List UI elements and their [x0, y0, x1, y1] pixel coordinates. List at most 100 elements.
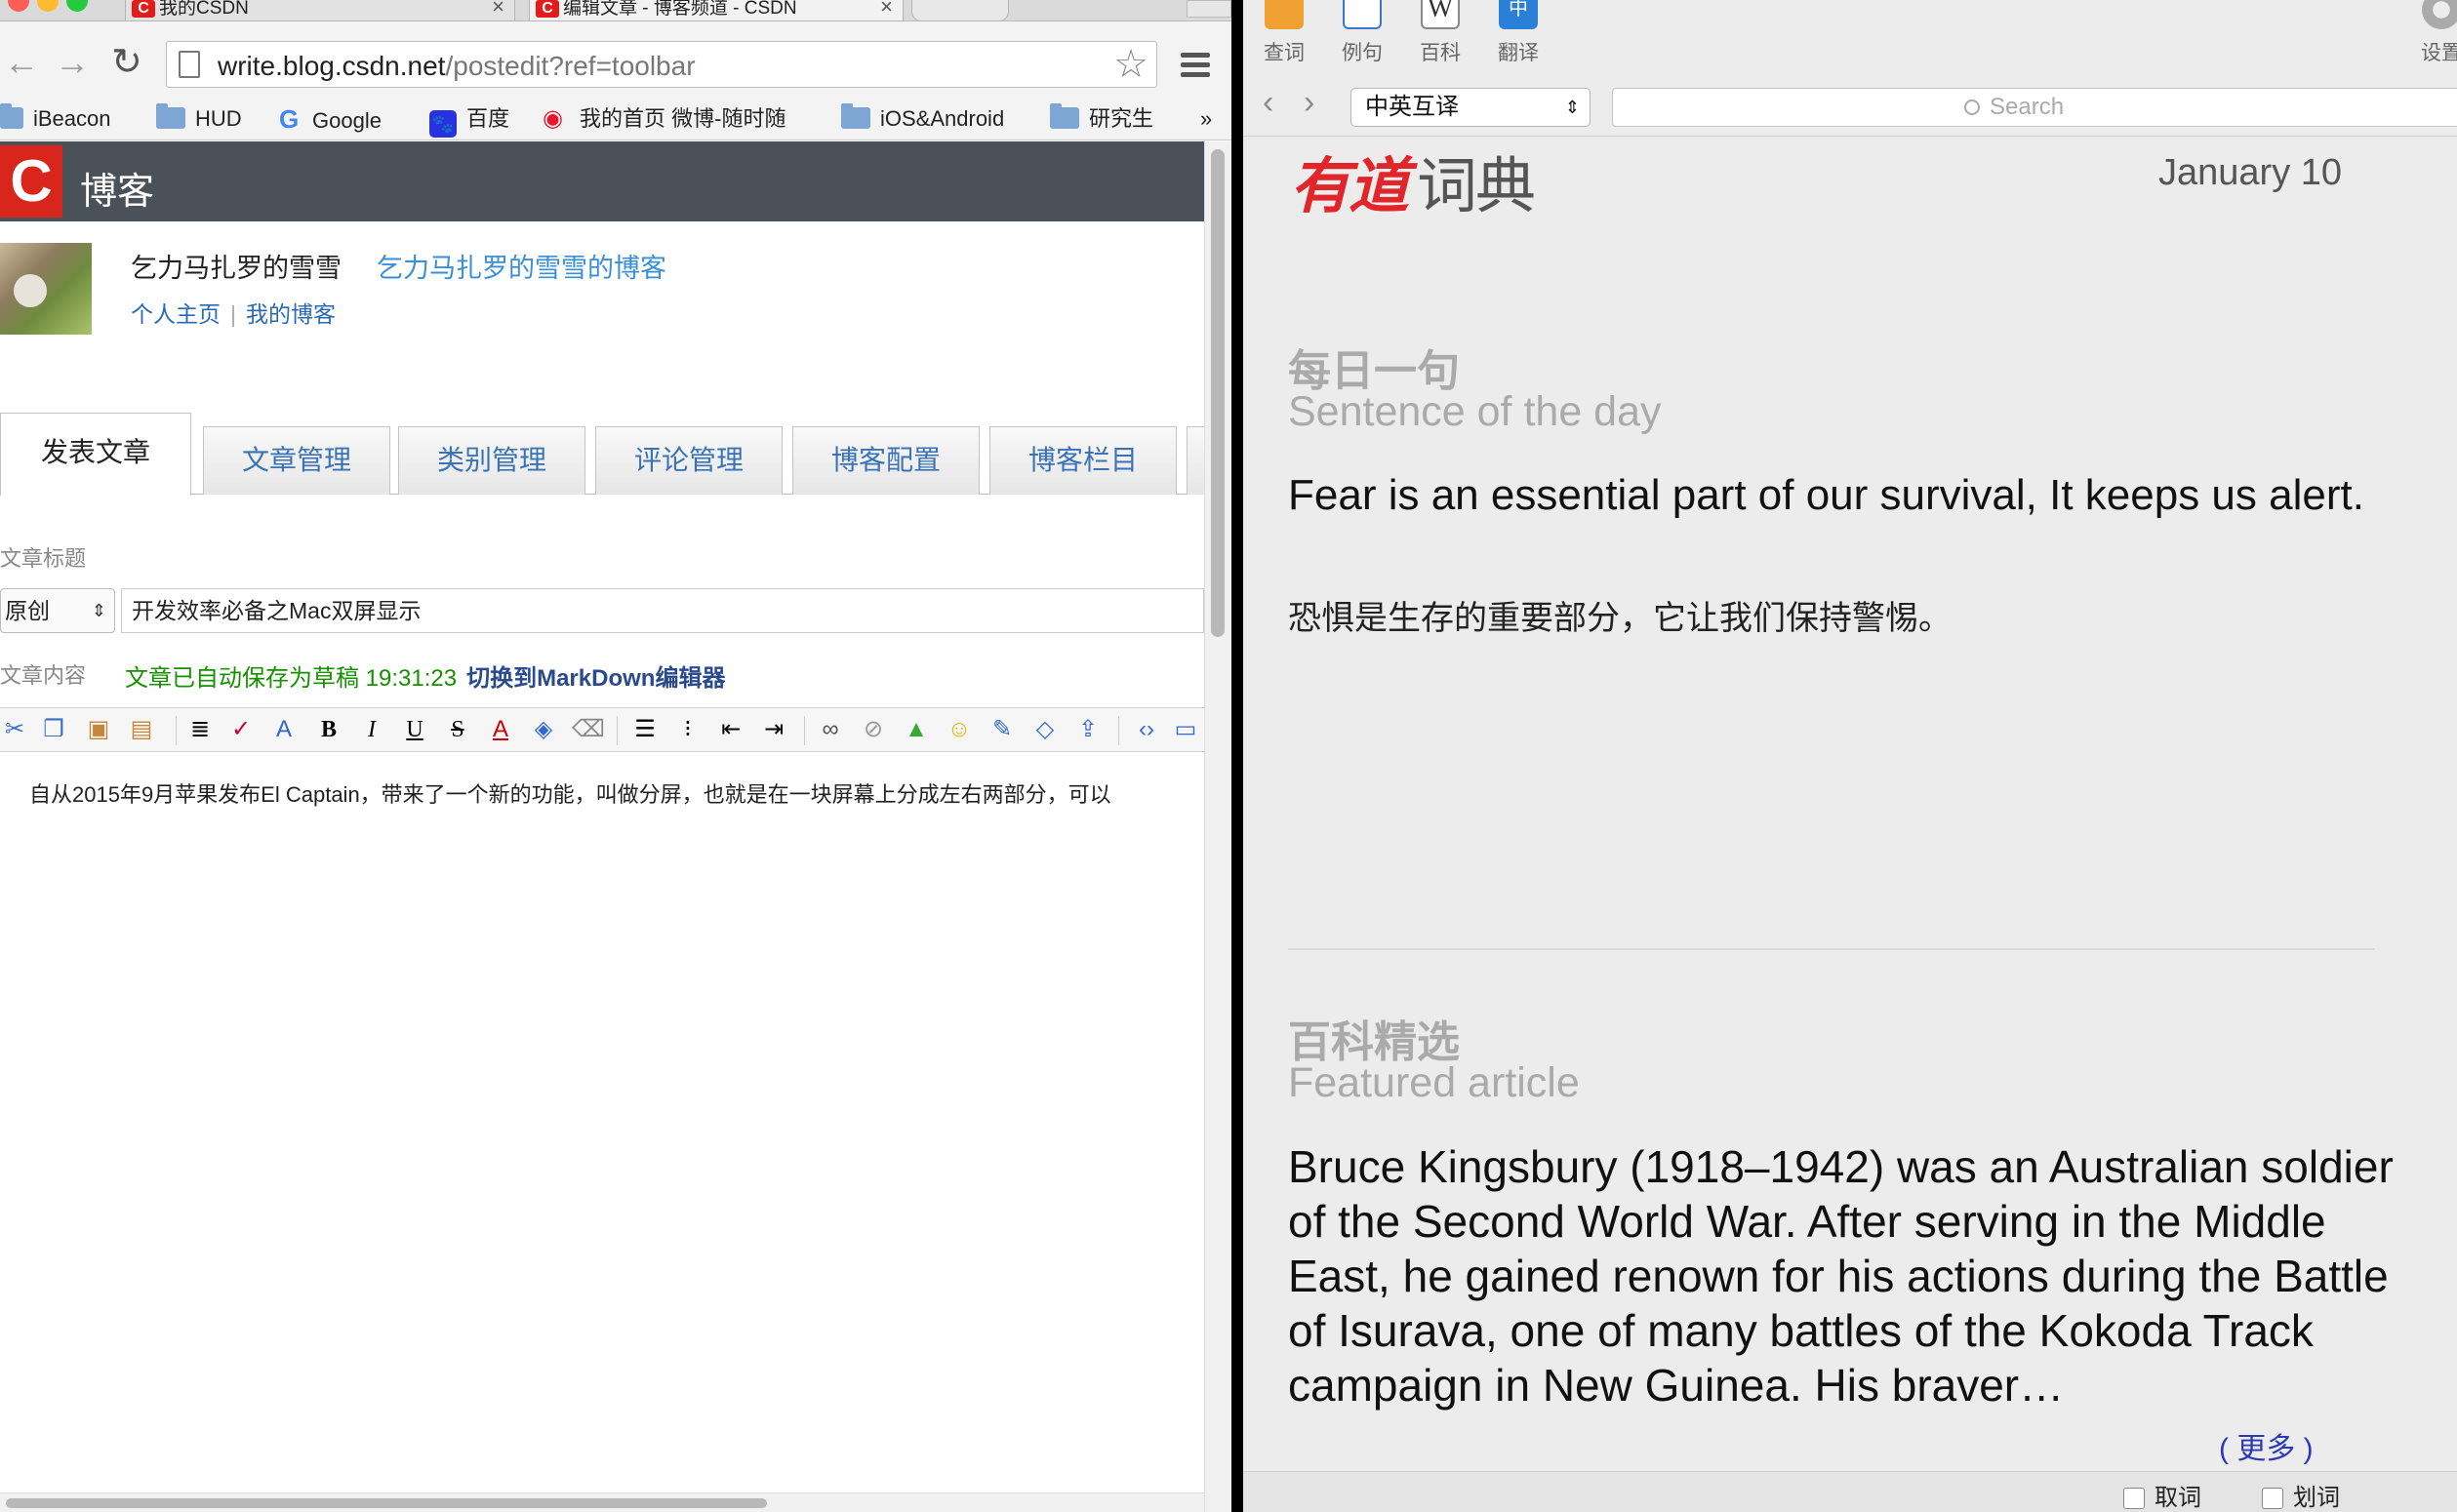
back-arrow-icon[interactable]: ← — [4, 43, 39, 82]
url-text[interactable]: write.blog.csdn.net/postedit?ref=toolbar — [218, 51, 696, 82]
examples-tool[interactable]: 例句 — [1327, 0, 1397, 66]
unlink-icon[interactable]: ⊘ — [859, 715, 888, 744]
bullet-list-icon[interactable]: ⁝ — [673, 715, 703, 744]
bold-icon[interactable]: B — [314, 715, 343, 744]
url-host: write.blog.csdn.net — [218, 51, 446, 81]
my-blog-link[interactable]: 我的博客 — [246, 301, 336, 327]
bookmarks-overflow-button[interactable]: » — [1200, 103, 1212, 135]
dict-forward-icon[interactable]: › — [1304, 84, 1314, 122]
new-tab-button[interactable] — [911, 0, 1009, 21]
youdao-logo: 有道 词典 — [1290, 137, 1536, 224]
language-value: 中英互译 — [1365, 94, 1459, 120]
highlight-icon[interactable]: ◈ — [529, 715, 558, 744]
outdent-icon[interactable]: ⇤ — [716, 715, 745, 744]
tab-blog-column[interactable]: 博客栏目 — [989, 426, 1177, 495]
tab-article-manage[interactable]: 文章管理 — [203, 426, 390, 495]
bookmarks-bar: iBeacon HUD G Google 🐾 百度 ◉ 我的首页 微博-随时随 iOS… — [0, 98, 1231, 140]
close-window-icon[interactable] — [8, 0, 29, 12]
font-color-icon[interactable]: A — [486, 715, 515, 744]
scrollbar-thumb[interactable] — [6, 1498, 767, 1508]
select-word-checkbox[interactable]: 划词 — [2262, 1478, 2340, 1512]
article-type-select[interactable]: 原创 ⇕ — [0, 588, 115, 633]
close-tab-icon[interactable]: × — [492, 0, 504, 18]
spellcheck-icon[interactable]: ✓ — [226, 715, 256, 744]
bookmark-hud[interactable]: HUD — [156, 103, 242, 135]
profile-button[interactable] — [1187, 0, 1231, 18]
reload-icon[interactable]: ↻ — [111, 43, 142, 82]
split-view-divider[interactable] — [1231, 0, 1243, 1512]
browser-tab-mycsdn[interactable]: C 我的CSDN × — [125, 0, 515, 21]
source-code-icon[interactable]: ‹› — [1132, 715, 1161, 744]
copy-icon[interactable]: ❐ — [39, 715, 68, 744]
bookmark-google[interactable]: G Google — [279, 103, 382, 135]
logo-sub: 词典 — [1417, 153, 1536, 220]
chrome-menu-icon[interactable] — [1181, 53, 1210, 82]
lookup-tool[interactable]: 查词 — [1249, 0, 1319, 66]
markdown-switch-link[interactable]: 切换到MarkDown编辑器 — [466, 665, 725, 692]
font-size-icon[interactable]: A — [269, 715, 299, 744]
eraser-icon[interactable]: ⌫ — [572, 715, 605, 744]
fullscreen-icon[interactable]: ▭ — [1171, 715, 1200, 744]
folder-icon — [0, 103, 23, 129]
pick-word-checkbox[interactable]: 取词 — [2123, 1478, 2201, 1512]
bookmark-label: HUD — [195, 106, 242, 131]
featured-article-text[interactable]: Bruce Kingsbury (1918–1942) was an Austr… — [1288, 1139, 2420, 1413]
editor-content[interactable]: 自从2015年9月苹果发布El Captain，带来了一个新的功能，叫做分屏，也… — [29, 777, 1200, 809]
underline-icon[interactable]: U — [400, 715, 429, 744]
link-icon[interactable]: ∞ — [816, 715, 845, 744]
home-link[interactable]: 个人主页 — [131, 301, 221, 327]
bookmark-ibeacon[interactable]: iBeacon — [0, 103, 111, 135]
address-bar[interactable]: write.blog.csdn.net/postedit?ref=toolbar… — [166, 41, 1157, 88]
edit-icon[interactable]: ✎ — [987, 715, 1017, 744]
autosave-text: 文章已自动保存为草稿 19:31:23 — [125, 665, 458, 692]
format-icon[interactable]: ≣ — [185, 715, 215, 744]
italic-icon[interactable]: I — [357, 715, 386, 744]
dict-search-input[interactable]: Search — [1612, 88, 2457, 127]
translate-tool[interactable]: 中翻译 — [1483, 0, 1553, 66]
maximize-window-icon[interactable] — [66, 0, 88, 12]
csdn-logo[interactable]: C — [0, 145, 62, 218]
indent-icon[interactable]: ⇥ — [759, 715, 788, 744]
bookmark-grad[interactable]: 研究生 — [1050, 103, 1153, 135]
cut-icon[interactable]: ✂ — [0, 715, 29, 744]
scrollbar-thumb[interactable] — [1211, 149, 1225, 637]
more-link[interactable]: ( 更多 ) — [2219, 1424, 2314, 1467]
code-insert-icon[interactable]: ◇ — [1030, 715, 1060, 744]
url-path: /postedit?ref=toolbar — [445, 51, 696, 81]
close-tab-icon[interactable]: × — [880, 0, 893, 18]
paste-text-icon[interactable]: ▤ — [127, 715, 156, 744]
avatar[interactable] — [0, 243, 92, 335]
bookmark-baidu[interactable]: 🐾 百度 — [429, 103, 509, 138]
checkbox-box[interactable] — [2262, 1488, 2283, 1509]
image-icon[interactable]: ▲ — [902, 715, 931, 744]
tab-publish[interactable]: 发表文章 — [0, 413, 191, 496]
vertical-scrollbar[interactable] — [1204, 141, 1231, 1512]
forward-arrow-icon[interactable]: → — [55, 43, 90, 82]
bookmark-weibo[interactable]: ◉ 我的首页 微博-随时随 — [543, 103, 806, 135]
minimize-window-icon[interactable] — [37, 0, 59, 12]
article-title-input[interactable]: 开发效率必备之Mac双屏显示 — [121, 588, 1204, 633]
language-select[interactable]: 中英互译 ⇕ — [1350, 88, 1591, 127]
examples-icon — [1343, 0, 1382, 29]
csdn-favicon-icon: C — [132, 0, 155, 18]
paste-icon[interactable]: ▣ — [84, 715, 113, 744]
settings-tool[interactable]: 设置 — [2406, 0, 2457, 66]
upload-icon[interactable]: ⇪ — [1073, 715, 1103, 744]
bookmark-star-icon[interactable]: ☆ — [1113, 42, 1148, 87]
horizontal-scrollbar[interactable] — [0, 1492, 1204, 1512]
tab-category-manage[interactable]: 类别管理 — [398, 426, 585, 495]
toolbar-separator — [617, 716, 618, 745]
tab-comment-manage[interactable]: 评论管理 — [595, 426, 783, 495]
encyclopedia-tool[interactable]: W 百科 — [1405, 0, 1475, 66]
daily-sentence-en[interactable]: Fear is an essential part of our surviva… — [1288, 468, 2420, 523]
bookmark-ios-android[interactable]: iOS&Android — [841, 103, 1004, 135]
tab-blog-config[interactable]: 博客配置 — [792, 426, 980, 495]
browser-tab-edit-article[interactable]: C 编辑文章 - 博客频道 - CSDN × — [529, 0, 904, 21]
align-left-icon[interactable]: ☰ — [630, 715, 660, 744]
csdn-blog-title[interactable]: 博客 — [80, 161, 154, 215]
blog-name-link[interactable]: 乞力马扎罗的雪雪的博客 — [377, 247, 666, 285]
strikethrough-icon[interactable]: S — [443, 715, 472, 744]
emoji-icon[interactable]: ☺ — [945, 715, 974, 744]
checkbox-box[interactable] — [2123, 1488, 2145, 1509]
dict-back-icon[interactable]: ‹ — [1263, 84, 1273, 122]
